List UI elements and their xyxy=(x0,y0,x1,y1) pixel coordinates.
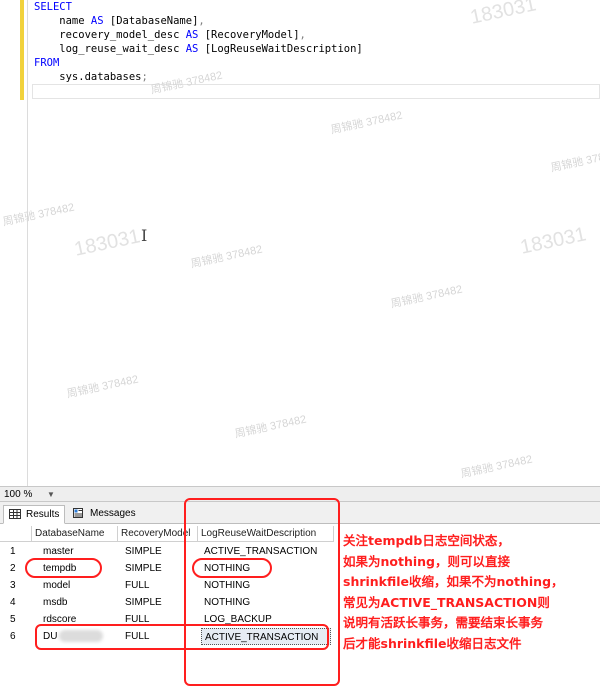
code-token: log_reuse_wait_desc xyxy=(34,43,186,55)
code-token: , xyxy=(198,15,205,27)
messages-icon xyxy=(73,508,83,518)
code-token: AS xyxy=(185,43,199,55)
chevron-down-icon[interactable]: ▼ xyxy=(47,488,55,501)
gutter-divider xyxy=(27,0,28,486)
annotation-line: shrinkfile收缩，如果不为nothing， xyxy=(343,574,564,589)
changed-lines-marker xyxy=(20,0,24,100)
code-line[interactable]: name AS [DatabaseName], xyxy=(34,14,363,28)
annotation-note: 关注tempdb日志空间状态， 如果为nothing，则可以直接 shrinkf… xyxy=(343,531,599,654)
column-header[interactable]: DatabaseName xyxy=(32,526,118,542)
annotation-box-active-transaction-row xyxy=(35,624,329,650)
cell-database-name[interactable]: model xyxy=(40,577,120,594)
tab-messages-label: Messages xyxy=(90,508,136,519)
code-token: FROM xyxy=(34,57,60,69)
watermark-text: 周锦驰 378482 xyxy=(189,243,264,271)
row-number: 5 xyxy=(10,614,16,625)
annotation-line: 关注tempdb日志空间状态， xyxy=(343,533,510,548)
cell-database-name[interactable]: msdb xyxy=(40,594,120,611)
row-number: 1 xyxy=(10,546,16,557)
watermark-text: 周锦驰 378482 xyxy=(65,373,140,401)
zoom-value: 100 % xyxy=(4,489,33,500)
code-line[interactable]: recovery_model_desc AS [RecoveryModel], xyxy=(34,28,363,42)
code-token: AS xyxy=(185,29,199,41)
row-number: 6 xyxy=(10,631,16,642)
tab-messages[interactable]: Messages xyxy=(68,505,140,524)
watermark-text: 周锦驰 378482 xyxy=(389,283,464,311)
code-token: name xyxy=(34,15,91,27)
annotation-line: 常见为ACTIVE_TRANSACTION则 xyxy=(343,594,550,610)
watermark-text: 周锦驰 378482 xyxy=(549,147,600,175)
code-line[interactable]: log_reuse_wait_desc AS [LogReuseWaitDesc… xyxy=(34,42,363,56)
watermark-text: 周锦驰 378482 xyxy=(329,109,404,137)
code-token: SELECT xyxy=(34,1,72,13)
current-line-highlight xyxy=(32,84,600,99)
annotation-box-log-reuse-column xyxy=(184,498,340,686)
watermark-text: 周锦驰 378482 xyxy=(1,201,76,229)
code-line[interactable]: SELECT xyxy=(34,0,363,14)
row-number: 3 xyxy=(10,580,16,591)
watermark-text: 周锦驰 378482 xyxy=(459,453,534,481)
code-line[interactable]: FROM xyxy=(34,56,363,70)
grid-icon xyxy=(9,509,21,519)
code-token: ; xyxy=(141,71,148,83)
annotation-line: 说明有活跃长事务，需要结束长事务 xyxy=(343,615,544,630)
zoom-selector[interactable]: 100 % ▼ xyxy=(3,488,63,501)
code-token: AS xyxy=(90,15,104,27)
tab-results-label: Results xyxy=(26,509,60,520)
code-token: recovery_model_desc xyxy=(34,29,186,41)
annotation-line: 后才能shrinkfile收缩日志文件 xyxy=(343,635,522,651)
code-token: [RecoveryModel] xyxy=(198,29,300,41)
code-token: [DatabaseName] xyxy=(103,15,199,27)
code-token: sys.databases xyxy=(34,71,142,83)
tab-results[interactable]: Results xyxy=(3,505,65,524)
annotation-line: 如果为nothing，则可以直接 xyxy=(343,553,510,569)
code-token: , xyxy=(299,29,306,41)
watermark-text: 183031 xyxy=(468,0,539,29)
query-editor[interactable]: SELECT name AS [DatabaseName], recovery_… xyxy=(0,0,600,486)
code-token: [LogReuseWaitDescription] xyxy=(198,43,363,55)
watermark-text: 183031 xyxy=(72,225,143,261)
annotation-box-nothing xyxy=(192,558,272,578)
annotation-box-tempdb xyxy=(25,558,102,578)
watermark-text: 183031 xyxy=(518,223,589,259)
watermark-text: 周锦驰 378482 xyxy=(233,413,308,441)
corner-header xyxy=(0,526,32,542)
text-cursor-icon: I xyxy=(141,226,148,245)
row-number: 4 xyxy=(10,597,16,608)
